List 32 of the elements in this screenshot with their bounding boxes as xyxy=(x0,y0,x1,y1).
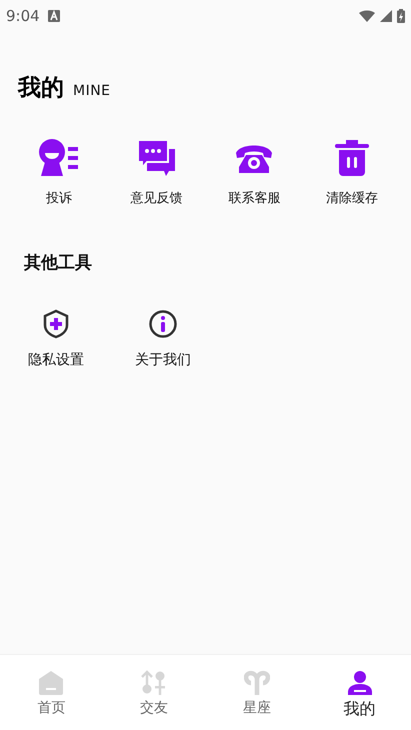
trash-icon xyxy=(334,137,370,179)
service-item[interactable]: 意见反馈 xyxy=(108,137,206,207)
page-subtitle: MINE xyxy=(73,83,111,99)
nav-tab[interactable]: 星座 xyxy=(206,655,308,730)
nav-tab[interactable]: 首页 xyxy=(0,655,103,730)
item-label: 意见反馈 xyxy=(130,190,183,207)
service-item[interactable]: 清除缓存 xyxy=(303,137,401,207)
status-time: 9:04 xyxy=(6,7,40,25)
item-label: 联系客服 xyxy=(228,190,280,207)
ram-horns-icon xyxy=(244,670,270,696)
page-title: 我的 xyxy=(18,74,64,103)
nav-tab[interactable]: 我的 xyxy=(308,655,411,730)
house-icon xyxy=(38,670,64,696)
wifi-icon xyxy=(359,10,375,22)
service-item[interactable]: 联系客服 xyxy=(206,137,304,207)
section-title: 其他工具 xyxy=(24,252,93,274)
tool-item[interactable]: 隐私设置 xyxy=(10,309,102,369)
nav-tab[interactable]: 交友 xyxy=(102,655,206,730)
complaint-icon xyxy=(36,137,81,179)
shield-plus-icon xyxy=(42,309,70,339)
item-label: 清除缓存 xyxy=(326,190,378,207)
item-label: 隐私设置 xyxy=(28,351,84,369)
gender-symbols-icon xyxy=(141,670,168,696)
signal-icon xyxy=(380,10,392,22)
item-label: 关于我们 xyxy=(135,351,191,369)
info-icon xyxy=(148,309,178,339)
battery-icon xyxy=(397,9,405,23)
person-icon xyxy=(346,670,373,696)
tool-item[interactable]: 关于我们 xyxy=(102,309,224,369)
item-label: 投诉 xyxy=(46,190,72,207)
notification-icon xyxy=(48,10,60,22)
service-item[interactable]: 投诉 xyxy=(10,137,108,207)
